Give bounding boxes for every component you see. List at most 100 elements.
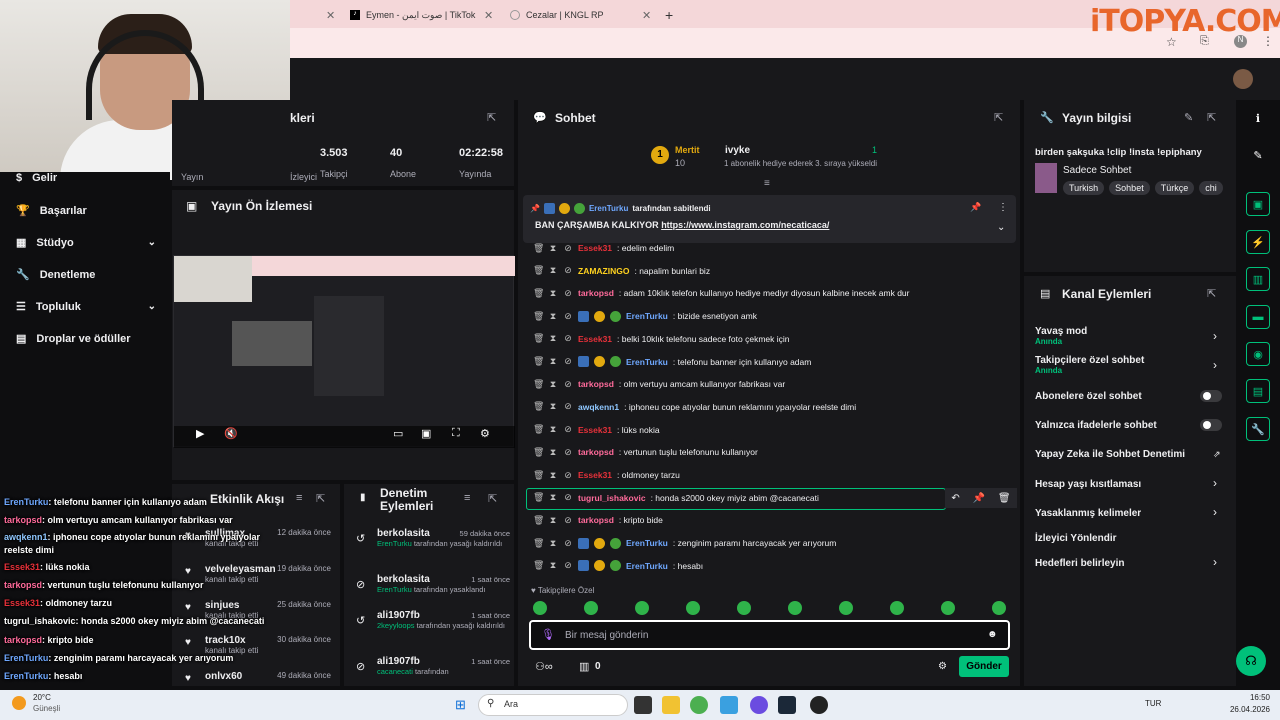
chat-username[interactable]: Essek31 — [578, 425, 612, 435]
delete-icon[interactable]: 🗑 — [533, 379, 544, 390]
stream-preview-video[interactable] — [173, 255, 515, 448]
timeout-icon[interactable]: ⧗ — [548, 560, 558, 571]
chat-settings-icon[interactable]: ⚙ — [938, 661, 947, 672]
taskbar-search[interactable] — [478, 694, 628, 716]
popout-icon[interactable]: ⇱ — [1207, 287, 1216, 300]
help-button[interactable]: ☊ — [1236, 646, 1266, 676]
collapse-icon[interactable]: ≡ — [764, 178, 770, 189]
menu-icon[interactable]: ⋮ — [1262, 34, 1274, 48]
lightning-icon[interactable]: ⚡ — [1246, 230, 1270, 254]
delete-icon[interactable]: 🗑 — [533, 538, 544, 549]
tag[interactable]: Turkish — [1063, 181, 1105, 195]
emoji-icon[interactable]: ☻ — [987, 629, 998, 640]
send-button[interactable]: Gönder — [959, 656, 1009, 677]
action-account-age[interactable]: Hesap yaşı kısıtlaması — [1035, 479, 1225, 490]
action-followers-only[interactable]: Takipçilere özel sohbet Anında — [1035, 355, 1225, 375]
delete-icon[interactable]: 🗑 — [533, 447, 544, 458]
chat-username[interactable]: ZAMAZINGO — [578, 266, 629, 276]
star-icon[interactable]: ☆ — [1166, 35, 1177, 49]
delete-icon[interactable]: 🗑 — [998, 493, 1011, 504]
delete-icon[interactable]: 🗑 — [533, 356, 544, 367]
chat-username[interactable]: tarkopsd — [578, 288, 614, 298]
timeout-icon[interactable]: ⧗ — [548, 379, 558, 390]
emote-icon[interactable] — [635, 601, 649, 615]
edit-icon[interactable]: ✎ — [1184, 111, 1193, 124]
ban-icon[interactable]: ⊘ — [563, 288, 573, 299]
chat-username[interactable]: Essek31 — [578, 334, 612, 344]
chat-username[interactable]: Essek31 — [578, 470, 612, 480]
delete-icon[interactable]: 🗑 — [533, 560, 544, 571]
chat-username[interactable]: tarkopsd — [578, 379, 614, 389]
channel-points-icon[interactable]: ⚇∞ — [535, 660, 553, 673]
tab-tiktok[interactable]: ♪ Eymen - صوت ايمن | TikTok — [350, 4, 490, 26]
popout-icon[interactable]: ⇱ — [316, 492, 325, 505]
delete-icon[interactable]: 🗑 — [533, 424, 544, 435]
tab-close-icon[interactable]: ✕ — [484, 4, 493, 26]
layout-icon[interactable]: ▤ — [1246, 379, 1270, 403]
obs-icon[interactable] — [810, 696, 828, 714]
language-indicator[interactable]: TUR — [1145, 699, 1161, 708]
play-icon[interactable]: ▶ — [196, 427, 204, 440]
tab-close-icon[interactable]: ✕ — [326, 4, 335, 26]
emote-icon[interactable] — [533, 601, 547, 615]
delete-icon[interactable]: 🗑 — [533, 243, 544, 254]
settings-icon[interactable]: ⚙ — [480, 427, 490, 440]
store-icon[interactable]: ▥ — [579, 660, 589, 673]
delete-icon[interactable]: 🗑 — [533, 265, 544, 276]
pip-icon[interactable]: ▣ — [421, 427, 431, 440]
tab-close-icon[interactable]: ✕ — [642, 4, 651, 26]
ban-icon[interactable]: ⊘ — [563, 515, 573, 526]
info-icon[interactable]: ℹ — [1246, 106, 1270, 130]
sidebar-item-topluluk[interactable]: ☰ Topluluk ⌄ — [16, 300, 156, 314]
emote-icon[interactable] — [839, 601, 853, 615]
tab-cezalar[interactable]: Cezalar | KNGL RP — [510, 4, 650, 26]
sidebar-item-denetleme[interactable]: 🔧 Denetleme — [16, 268, 156, 282]
emote-icon[interactable] — [584, 601, 598, 615]
theatre-icon[interactable]: ▭ — [393, 427, 403, 440]
timeout-icon[interactable]: ⧗ — [548, 265, 558, 276]
chat-username[interactable]: ErenTurku — [626, 538, 668, 548]
chrome-icon[interactable] — [690, 696, 708, 714]
tag[interactable]: Türkçe — [1154, 181, 1195, 195]
action-subs-only[interactable]: Abonelere özel sohbet — [1035, 391, 1225, 402]
popout-icon[interactable]: ⇱ — [1207, 111, 1216, 124]
ban-icon[interactable]: ⊘ — [563, 243, 573, 254]
action-banned-words[interactable]: Yasaklanmış kelimeler — [1035, 508, 1225, 519]
action-slow-mode[interactable]: Yavaş mod Anında — [1035, 326, 1225, 346]
chat-icon[interactable]: ▬ — [1246, 305, 1270, 329]
chat-username[interactable]: tarkopsd — [578, 515, 614, 525]
clip-icon[interactable]: ▣ — [1246, 192, 1270, 216]
unpin-icon[interactable]: 📌 — [970, 202, 981, 213]
timeout-icon[interactable]: ⧗ — [548, 447, 558, 458]
expand-icon[interactable]: ⌄ — [997, 222, 1005, 233]
ban-icon[interactable]: ⊘ — [563, 311, 573, 322]
reply-icon[interactable]: ↶ — [951, 493, 959, 504]
timeout-icon[interactable]: ⧗ — [548, 311, 558, 322]
wrench-icon[interactable]: 🔧 — [1246, 417, 1270, 441]
steam-icon[interactable] — [778, 696, 796, 714]
delete-icon[interactable]: 🗑 — [533, 470, 544, 481]
sidebar-item-droplar[interactable]: ▤ Droplar ve ödüller — [16, 332, 156, 346]
timeout-icon[interactable]: ⧗ — [548, 515, 558, 526]
ban-icon[interactable]: ⊘ — [563, 265, 573, 276]
delete-icon[interactable]: 🗑 — [533, 333, 544, 344]
emote-icon[interactable] — [890, 601, 904, 615]
ban-icon[interactable]: ⊘ — [563, 447, 573, 458]
popout-icon[interactable]: ⇱ — [488, 492, 497, 505]
explorer-icon[interactable] — [662, 696, 680, 714]
new-tab-button[interactable]: + — [665, 4, 673, 26]
chat-username[interactable]: ErenTurku — [626, 561, 668, 571]
ban-icon[interactable]: ⊘ — [563, 470, 573, 481]
chat-username[interactable]: tarkopsd — [578, 447, 614, 457]
timeout-icon[interactable]: ⧗ — [548, 470, 558, 481]
action-goals[interactable]: Hedefleri belirleyin — [1035, 558, 1225, 569]
ban-icon[interactable]: ⊘ — [563, 401, 573, 412]
chat-username[interactable]: ErenTurku — [626, 311, 668, 321]
tag[interactable]: Sohbet — [1109, 181, 1150, 195]
action-raid[interactable]: İzleyici Yönlendir — [1035, 533, 1225, 544]
fullscreen-icon[interactable]: ⛶ — [452, 427, 460, 440]
action-emote-only[interactable]: Yalnızca ifadelerle sohbet — [1035, 420, 1225, 431]
emote-icon[interactable] — [941, 601, 955, 615]
delete-icon[interactable]: 🗑 — [533, 515, 544, 526]
extensions-icon[interactable]: ⎘ — [1200, 35, 1209, 48]
